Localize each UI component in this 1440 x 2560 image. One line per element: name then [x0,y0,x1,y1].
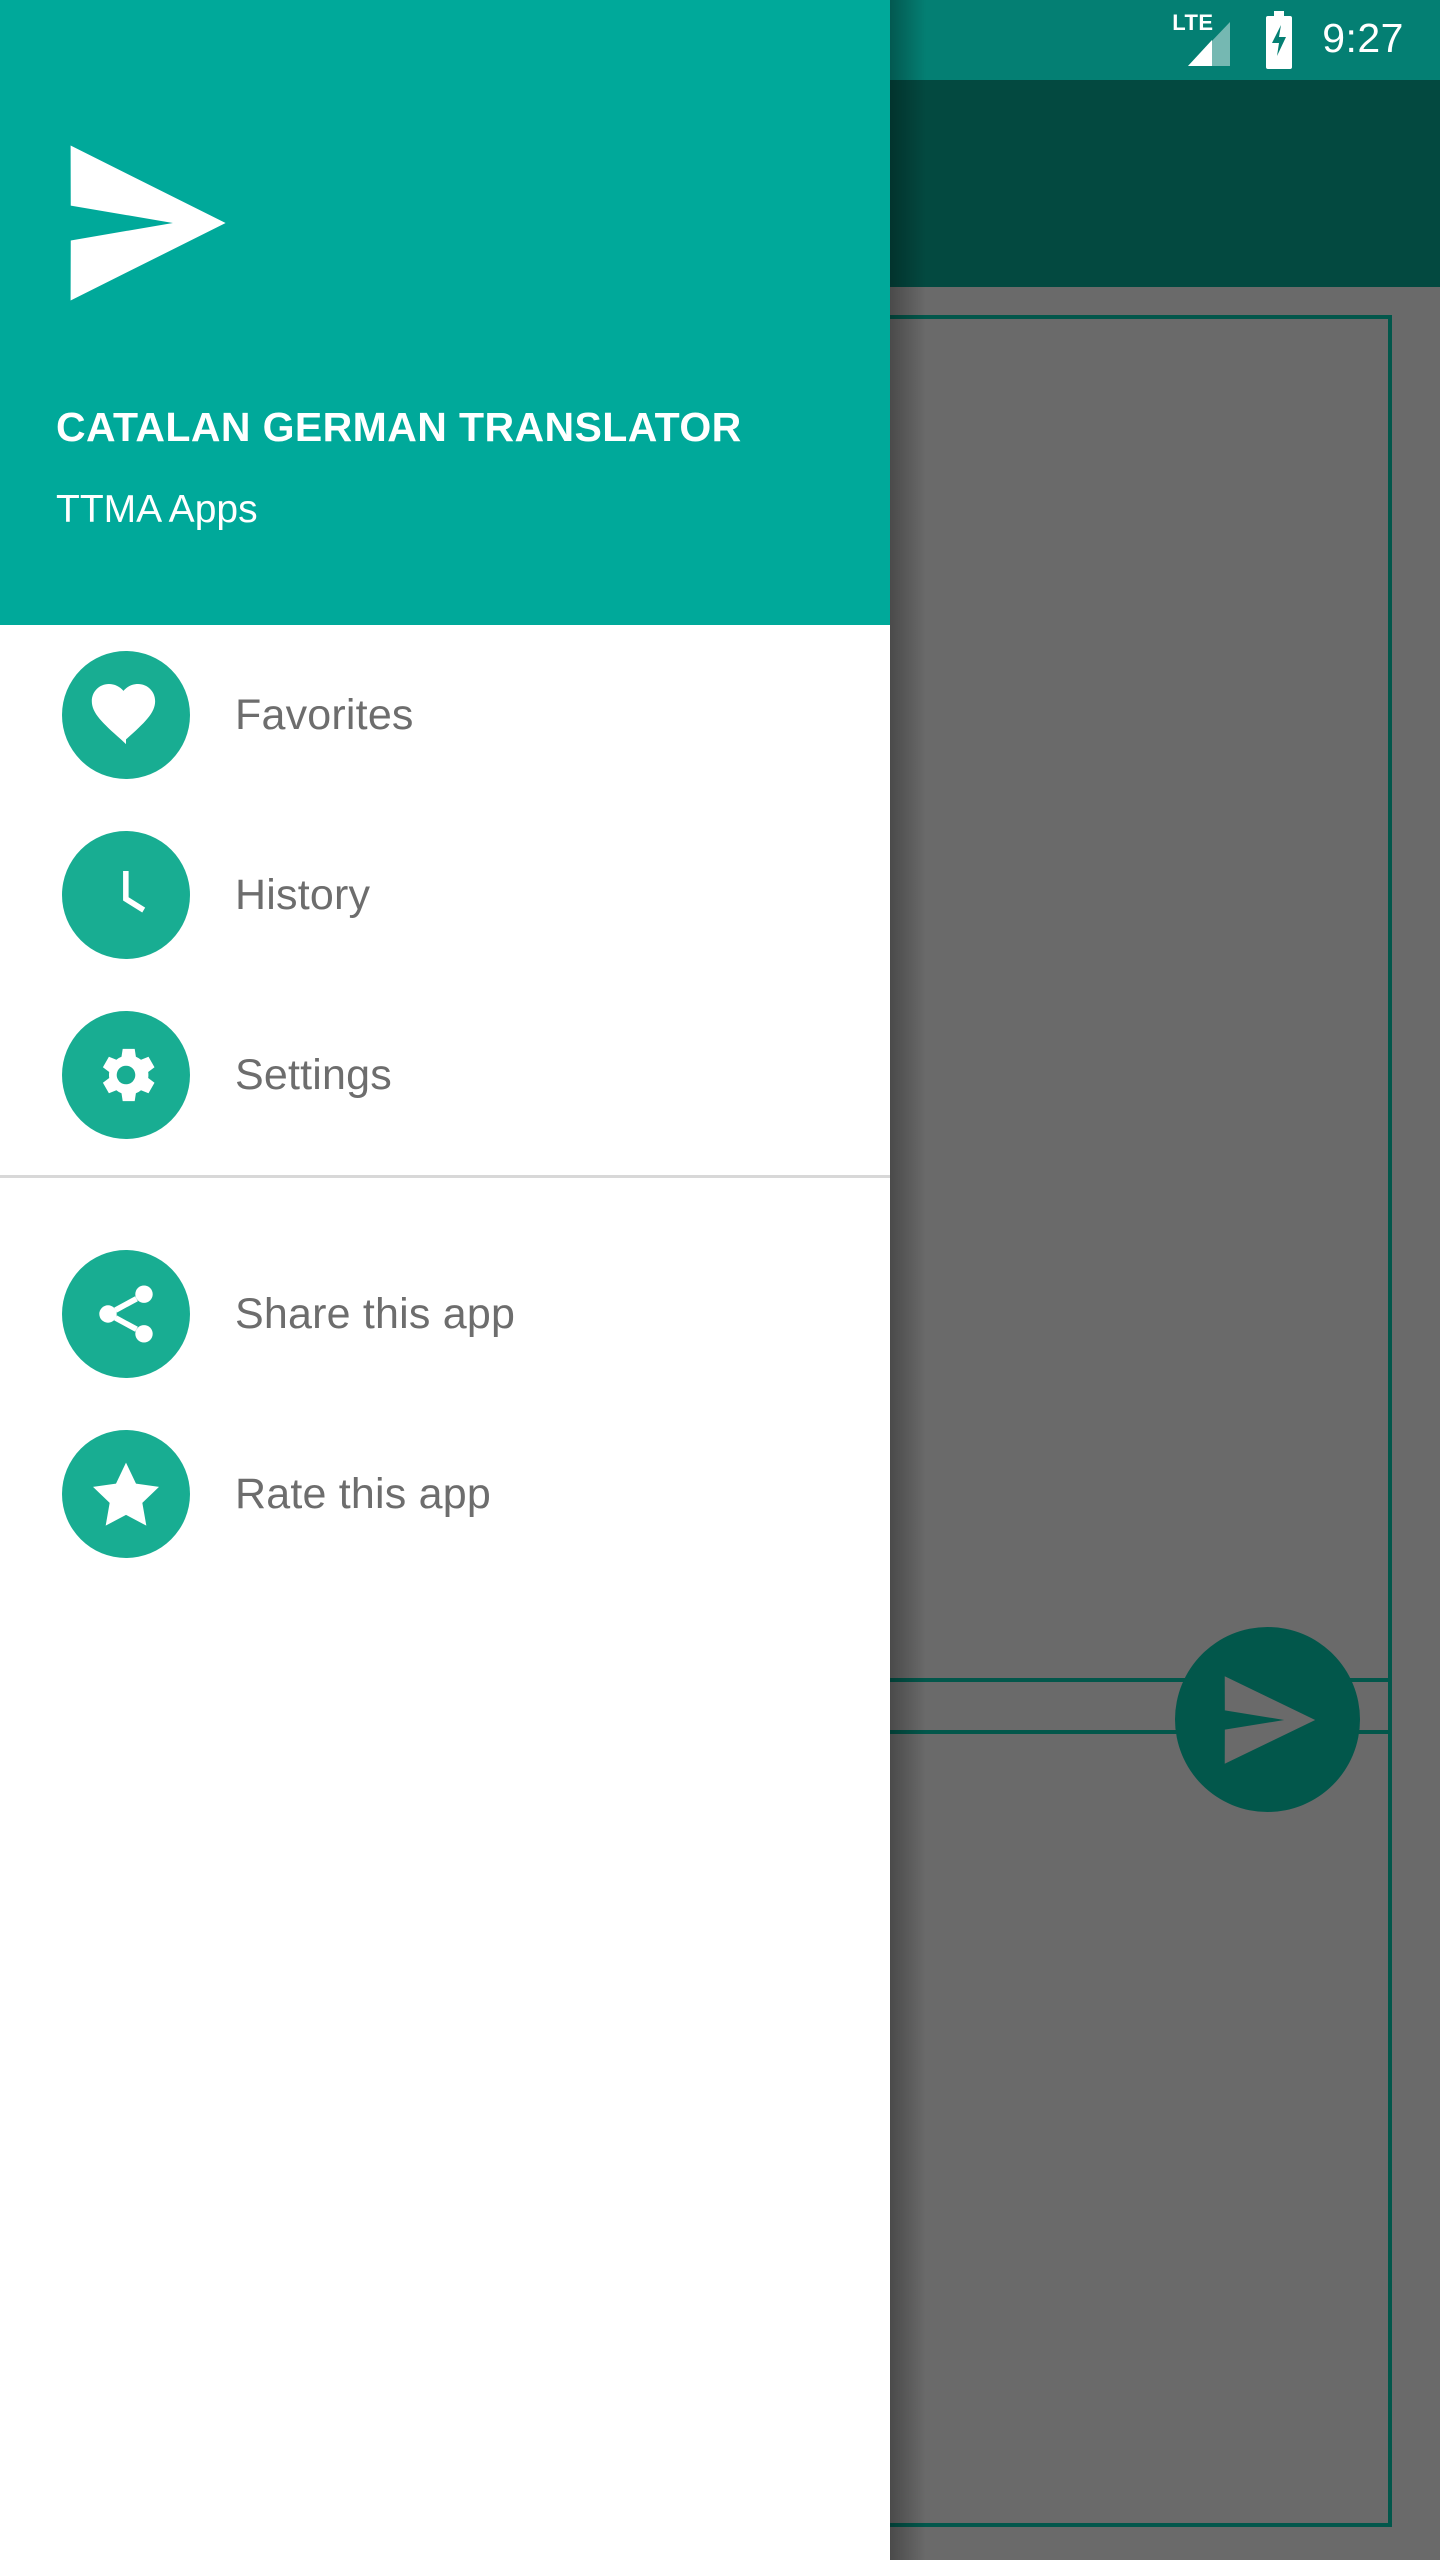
sidebar-item-label: Settings [235,1050,392,1099]
drawer-header: CATALAN GERMAN TRANSLATOR TTMA Apps [0,0,890,625]
gear-icon-container [62,1011,190,1139]
sidebar-item-history[interactable]: History [0,805,890,985]
clock-icon-container [62,831,190,959]
clock-icon [123,870,146,913]
share-icon-container [62,1250,190,1378]
signal-bars-icon [1188,22,1231,66]
send-plane-logo-icon [70,145,226,301]
status-bar-clock: 9:27 [1322,14,1404,61]
send-icon [1224,1675,1315,1764]
phone-screen: GERMAN LTE [0,0,1440,2560]
sidebar-item-settings[interactable]: Settings [0,985,890,1165]
star-icon [93,1462,159,1526]
sidebar-item-favorites[interactable]: Favorites [0,625,890,805]
drawer-app-title: CATALAN GERMAN TRANSLATOR [56,404,742,450]
heart-icon-container [62,651,190,779]
share-icon [99,1285,153,1343]
drawer-app-subtitle: TTMA Apps [56,488,258,531]
sidebar-item-label: Rate this app [235,1469,491,1518]
navigation-drawer: CATALAN GERMAN TRANSLATOR TTMA Apps Favo… [0,0,890,2560]
heart-icon [91,683,156,745]
drawer-divider [0,1175,890,1178]
drawer-shadow [890,0,926,2560]
network-indicator: LTE [1170,12,1236,68]
sidebar-item-label: Share this app [235,1289,516,1338]
sidebar-item-label: Favorites [235,690,414,739]
battery-charging-icon [1266,11,1293,69]
sidebar-item-share-this-app[interactable]: Share this app [0,1224,890,1404]
gear-icon [102,1048,155,1102]
sidebar-item-rate-this-app[interactable]: Rate this app [0,1404,890,1584]
translate-send-button[interactable] [1175,1627,1360,1812]
drawer-menu: Favorites History Settings Share this ap… [0,625,890,1584]
status-bar-system-icons: LTE 9:27 [1170,11,1440,69]
sidebar-item-label: History [235,870,371,919]
star-icon-container [62,1430,190,1558]
